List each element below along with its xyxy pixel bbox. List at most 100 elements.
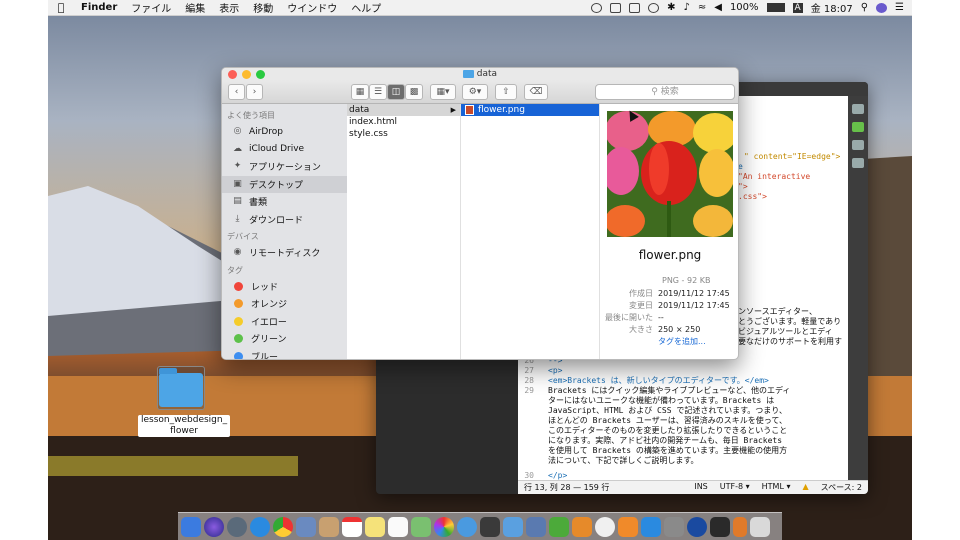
extension-manager-icon[interactable] [852,122,864,132]
quicktime-icon[interactable] [687,516,707,537]
safari-icon[interactable] [250,516,270,537]
music-icon[interactable] [595,516,615,537]
menu-view[interactable]: 表示 [212,0,246,15]
sidebar-item-documents[interactable]: ▤ 書類 [222,193,347,211]
search-field[interactable]: ⚲ 検索 [595,84,735,100]
wand-icon[interactable] [852,140,864,150]
sidebar-tag-red[interactable]: レッド [222,278,347,296]
volume-icon[interactable]: ◀ [714,2,722,13]
meta-value: 2019/11/12 17:45 [658,289,730,298]
column-view-button[interactable]: ◫ [387,84,405,100]
keynote-icon[interactable] [526,516,546,537]
screen-icon[interactable] [610,2,622,13]
numbers-icon[interactable] [549,516,569,537]
file-row-data[interactable]: data ▶ [347,104,460,116]
pages-icon[interactable] [572,516,592,537]
forward-button[interactable]: › [246,84,263,100]
menu-file[interactable]: ファイル [124,0,178,15]
line-text: 法について、下記で詳しくご説明します。 [548,456,699,465]
line-text: </p> [548,471,568,480]
finder-preview-pane: flower.png PNG - 92 KB 作成日 2019/11/12 17:… [600,104,738,359]
menu-help[interactable]: ヘルプ [344,0,388,15]
bluetooth-icon[interactable]: ✱ [667,2,675,13]
sidebar-tags-header: タグ [227,265,243,275]
tag-dot-icon [234,334,243,344]
photos-icon[interactable] [434,516,454,537]
menu-go[interactable]: 移動 [246,0,280,15]
desktop-folder[interactable]: lesson_webdesign_ flower [138,366,231,437]
close-button[interactable] [228,70,237,79]
siri-dock-icon[interactable] [204,516,224,537]
action-gear-button[interactable]: ⚙▾ [462,84,488,100]
back-button[interactable]: ‹ [228,84,245,100]
files-icon[interactable] [852,158,864,168]
warning-icon[interactable]: ▲ [796,482,814,493]
input-method-indicator[interactable]: A [792,2,803,13]
notification-center-icon[interactable]: ☰ [895,2,904,13]
notes-icon[interactable] [365,516,385,537]
maps-icon[interactable] [411,516,431,537]
app-store-icon[interactable] [641,516,661,537]
file-row-style[interactable]: style.css [347,128,460,140]
sidebar-item-downloads[interactable]: ⤓ ダウンロード [222,211,347,229]
menu-edit[interactable]: 編集 [178,0,212,15]
icon-view-button[interactable]: ▦ [351,84,369,100]
live-preview-icon[interactable] [852,104,864,114]
clipboard-icon[interactable] [629,2,641,13]
messages-icon[interactable] [457,516,477,537]
downloads-stack-icon[interactable] [733,516,747,537]
language-select[interactable]: HTML ▾ [756,482,797,493]
spotlight-icon[interactable]: ⚲ [861,2,868,13]
trash-icon[interactable] [750,516,770,537]
encoding-select[interactable]: UTF-8 ▾ [714,482,756,493]
wifi-icon[interactable]: ≈ [698,2,706,13]
sidebar-item-remote-disc[interactable]: ◉ リモートディスク [222,244,347,262]
mail-icon[interactable] [503,516,523,537]
minimize-button[interactable] [242,70,251,79]
sidebar-item-desktop[interactable]: ▣ デスクトップ [222,175,347,193]
indent-setting[interactable]: スペース: 2 [815,482,868,493]
file-row-flower[interactable]: flower.png [461,104,599,116]
folder-title-icon [462,69,474,78]
menu-window[interactable]: ウインドウ [280,0,344,15]
contacts-icon[interactable] [319,516,339,537]
launchpad-icon[interactable] [227,516,247,537]
code-line: ターにはないユニークな機能が備わっています。Brackets は [518,396,774,406]
calendar-icon[interactable] [342,516,362,537]
chrome-icon[interactable] [273,516,293,537]
list-view-button[interactable]: ☰ [369,84,387,100]
finder-dock-icon[interactable] [181,516,201,537]
sidebar-tag-orange[interactable]: オレンジ [222,295,347,313]
menu-app-finder[interactable]: Finder [74,2,124,13]
books-icon[interactable] [618,516,638,537]
system-preferences-icon[interactable] [664,516,684,537]
tag-dot-icon [234,316,243,326]
sidebar-item-icloud[interactable]: ☁ iCloud Drive [222,141,347,159]
battery-percent[interactable]: 100% [730,2,759,13]
menu-clock[interactable]: 金 18:07 [811,0,853,15]
photo-browser-icon[interactable] [296,516,316,537]
record-icon[interactable] [591,2,603,13]
sidebar-tag-green[interactable]: グリーン [222,330,347,348]
share-button[interactable]: ⇧ [495,84,517,100]
sound-icon[interactable]: ♪ [683,2,689,13]
file-row-index[interactable]: index.html [347,116,460,128]
sidebar-item-applications[interactable]: ✦ アプリケーション [222,158,347,176]
sidebar-tag-blue[interactable]: ブルー [222,348,347,359]
gallery-view-button[interactable]: ▩ [405,84,423,100]
apple-menu-icon[interactable]:  [48,1,74,14]
sidebar-tag-yellow[interactable]: イエロー [222,313,347,331]
brackets-dock-icon[interactable] [710,516,730,537]
add-tags-link[interactable]: タグを追加... [658,336,706,348]
reminders-icon[interactable] [388,516,408,537]
facetime-icon[interactable] [480,516,500,537]
group-button[interactable]: ▦▾ [430,84,456,100]
insert-mode[interactable]: INS [688,482,713,493]
battery-icon[interactable] [766,3,785,12]
siri-icon[interactable] [876,2,888,13]
zoom-button[interactable] [256,70,265,79]
code-line: JavaScript、HTML および CSS で記述されています。つまり、 [518,406,787,416]
tag-button[interactable]: ⌫ [524,84,548,100]
sidebar-item-airdrop[interactable]: ◎ AirDrop [222,123,347,141]
cloud-status-icon[interactable] [648,2,660,13]
